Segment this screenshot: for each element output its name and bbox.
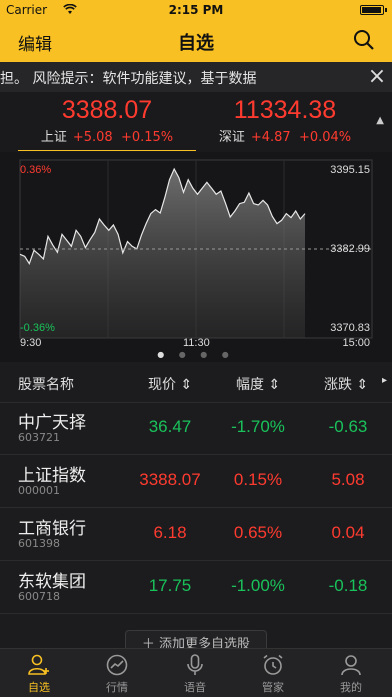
top-percent-label: 0.36% [20, 164, 52, 176]
index-percent: +0.04% [298, 130, 352, 145]
table-row[interactable]: 东软集团 600718 17.75 -1.00% -0.18 [0, 561, 392, 614]
stock-percent: -1.00% [231, 576, 285, 595]
col-header-name: 股票名称 [18, 377, 74, 393]
index-percent: +0.15% [120, 130, 174, 145]
index-shenzhen[interactable]: 11334.38 深证 +4.87 +0.04% [200, 96, 370, 145]
tab-bar: 自选 行情 语音 管家 我的 [0, 648, 392, 697]
tab-label: 管家 [262, 681, 284, 694]
stock-code: 601398 [18, 537, 60, 550]
index-name: 上证 [40, 130, 67, 145]
stock-name: 中广天择 [18, 413, 86, 433]
col-header-change[interactable]: 涨跌 ⇕ [324, 374, 368, 394]
stock-name: 工商银行 [18, 519, 86, 539]
stock-percent: 0.15% [233, 470, 283, 489]
chart-circle-icon [106, 654, 128, 676]
table-row[interactable]: 中广天择 603721 36.47 -1.70% -0.63 [0, 402, 392, 455]
mid-price-label: 3382.99 [330, 243, 370, 255]
stock-percent: 0.65% [233, 523, 283, 542]
alarm-clock-icon [263, 654, 283, 675]
battery-icon [360, 5, 387, 15]
risk-ticker[interactable]: 担。 风险提示：软件功能建议，基于数据 × [0, 62, 392, 92]
microphone-icon [187, 654, 203, 675]
tab-label: 我的 [340, 681, 362, 694]
col-header-price[interactable]: 现价 ⇕ [148, 374, 192, 394]
index-value: 3388.07 [61, 96, 153, 124]
tab-label: 自选 [28, 681, 50, 694]
more-columns-icon[interactable]: ▸ [382, 375, 387, 386]
stock-change: 5.08 [331, 470, 365, 489]
nav-bar: 编辑 自选 [0, 20, 392, 62]
page-title: 自选 [178, 33, 214, 54]
index-change: +4.87 [250, 130, 291, 145]
clock: 2:15 PM [168, 3, 224, 17]
stock-change: -0.18 [328, 576, 368, 595]
page-indicator: ●● ● ● ● ● ● ● [157, 350, 235, 359]
stock-code: 600718 [18, 590, 60, 603]
tab-label: 行情 [106, 681, 128, 694]
user-add-icon [28, 654, 49, 675]
stock-price: 17.75 [148, 576, 192, 595]
stock-code: 000001 [18, 484, 60, 497]
time-start-label: 9:30 [20, 337, 42, 349]
collapse-arrow-icon[interactable]: ▲ [376, 115, 384, 126]
stock-name: 东软集团 [18, 572, 86, 592]
stock-code: 603721 [18, 431, 60, 444]
index-bar: 3388.07 上证 +5.08 +0.15% 11334.38 深证 +4.87 … [0, 92, 392, 152]
tab-voice[interactable]: 语音 [156, 651, 234, 695]
search-icon[interactable] [352, 28, 376, 52]
table-row[interactable]: 上证指数 000001 3388.07 0.15% 5.08 [0, 455, 392, 508]
bottom-percent-label: -0.36% [20, 322, 55, 334]
tab-label: 语音 [184, 681, 206, 694]
table-row[interactable]: 工商银行 601398 6.18 0.65% 0.04 [0, 508, 392, 561]
table-header: 股票名称 现价 ⇕ 幅度 ⇕ 涨跌 ⇕ ▸ [0, 362, 392, 403]
price-area [20, 169, 305, 338]
close-icon[interactable]: × [362, 62, 392, 92]
col-header-percent[interactable]: 幅度 ⇕ [236, 374, 280, 394]
selected-index-underline [18, 150, 196, 151]
stock-change: -0.63 [328, 417, 368, 436]
index-shanghai[interactable]: 3388.07 上证 +5.08 +0.15% [22, 96, 192, 145]
tab-butler[interactable]: 管家 [234, 651, 312, 695]
stock-price: 3388.07 [139, 470, 201, 489]
stock-name: 上证指数 [18, 466, 86, 486]
time-end-label: 15:00 [342, 337, 370, 349]
stock-percent: -1.70% [231, 417, 285, 436]
bottom-price-label: 3370.83 [330, 322, 370, 334]
stock-price: 6.18 [153, 523, 187, 542]
stock-change: 0.04 [331, 523, 365, 542]
stock-price: 36.47 [148, 417, 192, 436]
tab-market[interactable]: 行情 [78, 651, 156, 695]
index-change: +5.08 [72, 130, 113, 145]
status-bar: Carrier 2:15 PM [0, 0, 392, 20]
tab-mine[interactable]: 我的 [312, 651, 390, 695]
person-icon [341, 655, 361, 676]
ticker-text: 担。 风险提示：软件功能建议，基于数据 [0, 71, 257, 87]
index-name: 深证 [218, 130, 245, 145]
tab-watchlist[interactable]: 自选 [0, 651, 78, 695]
index-value: 11334.38 [233, 96, 337, 124]
intraday-chart[interactable]: 0.36% 3395.15 3382.99 -0.36% 3370.83 9:3… [0, 152, 392, 362]
time-mid-label: 11:30 [183, 337, 210, 349]
top-price-label: 3395.15 [330, 164, 370, 176]
